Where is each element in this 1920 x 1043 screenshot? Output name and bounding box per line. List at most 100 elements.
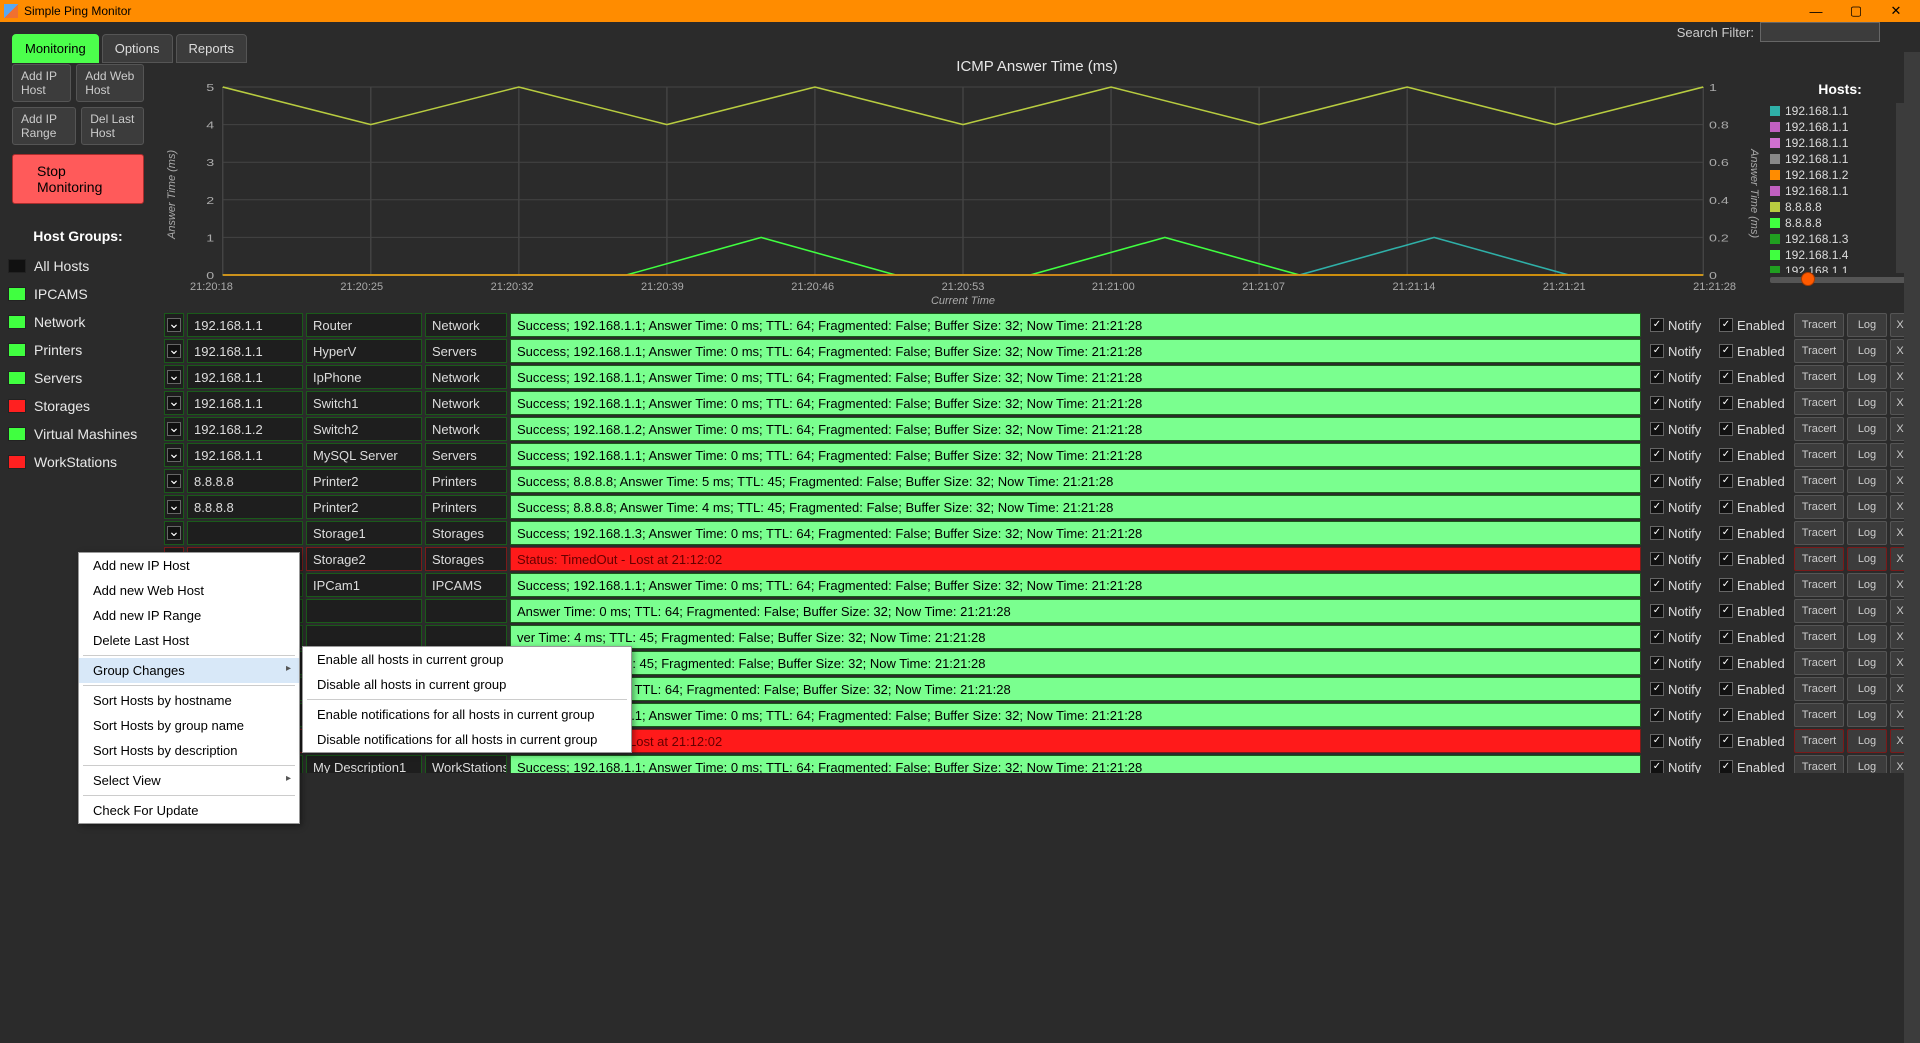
legend-item[interactable]: 192.168.1.2 [1770, 167, 1896, 183]
tracert-button[interactable]: Tracert [1794, 703, 1844, 727]
row-notify[interactable]: Notify [1644, 651, 1710, 675]
tracert-button[interactable]: Tracert [1794, 469, 1844, 493]
legend-item[interactable]: 8.8.8.8 [1770, 199, 1896, 215]
row-enabled[interactable]: Enabled [1713, 417, 1791, 441]
row-expand-toggle[interactable] [164, 339, 184, 363]
tracert-button[interactable]: Tracert [1794, 573, 1844, 597]
tracert-button[interactable]: Tracert [1794, 599, 1844, 623]
log-button[interactable]: Log [1847, 313, 1887, 337]
host-group-item[interactable]: Virtual Mashines [6, 420, 150, 448]
legend-item[interactable]: 192.168.1.1 [1770, 119, 1896, 135]
log-button[interactable]: Log [1847, 417, 1887, 441]
vertical-scrollbar[interactable] [1904, 52, 1920, 1043]
row-enabled[interactable]: Enabled [1713, 677, 1791, 701]
add-ip-range-button[interactable]: Add IP Range [12, 107, 76, 145]
menu-item[interactable]: Check For Update [79, 798, 299, 823]
row-notify[interactable]: Notify [1644, 313, 1710, 337]
row-notify[interactable]: Notify [1644, 677, 1710, 701]
row-expand-toggle[interactable] [164, 313, 184, 337]
host-row[interactable]: 192.168.1.1 Switch1 Network Success; 192… [164, 391, 1910, 415]
log-button[interactable]: Log [1847, 547, 1887, 571]
row-enabled[interactable]: Enabled [1713, 313, 1791, 337]
log-button[interactable]: Log [1847, 729, 1887, 753]
row-notify[interactable]: Notify [1644, 365, 1710, 389]
legend-list[interactable]: 192.168.1.1192.168.1.1192.168.1.1192.168… [1770, 103, 1910, 273]
row-notify[interactable]: Notify [1644, 703, 1710, 727]
legend-item[interactable]: 192.168.1.1 [1770, 151, 1896, 167]
log-button[interactable]: Log [1847, 443, 1887, 467]
row-enabled[interactable]: Enabled [1713, 495, 1791, 519]
del-last-host-button[interactable]: Del Last Host [81, 107, 144, 145]
row-enabled[interactable]: Enabled [1713, 521, 1791, 545]
host-group-item[interactable]: All Hosts [6, 252, 150, 280]
host-row[interactable]: 8.8.8.8 Printer2 Printers Success; 8.8.8… [164, 469, 1910, 493]
row-notify[interactable]: Notify [1644, 755, 1710, 773]
context-submenu[interactable]: Enable all hosts in current groupDisable… [302, 646, 632, 753]
host-group-item[interactable]: IPCAMS [6, 280, 150, 308]
host-row[interactable]: Answer Time: 0 ms; TTL: 64; Fragmented: … [164, 599, 1910, 623]
row-notify[interactable]: Notify [1644, 443, 1710, 467]
legend-item[interactable]: 192.168.1.1 [1770, 135, 1896, 151]
row-enabled[interactable]: Enabled [1713, 339, 1791, 363]
host-row[interactable]: 192.168.1.1 MySQL Server Servers Success… [164, 443, 1910, 467]
log-button[interactable]: Log [1847, 677, 1887, 701]
menu-item[interactable]: Delete Last Host [79, 628, 299, 653]
log-button[interactable]: Log [1847, 599, 1887, 623]
row-enabled[interactable]: Enabled [1713, 469, 1791, 493]
legend-item[interactable]: 192.168.1.1 [1770, 103, 1896, 119]
row-notify[interactable]: Notify [1644, 729, 1710, 753]
row-enabled[interactable]: Enabled [1713, 599, 1791, 623]
host-row[interactable]: 8.8.8.8 Printer2 Printers Success; 8.8.8… [164, 495, 1910, 519]
row-notify[interactable]: Notify [1644, 625, 1710, 649]
legend-item[interactable]: 192.168.1.3 [1770, 231, 1896, 247]
menu-item[interactable]: Disable all hosts in current group [303, 672, 631, 697]
host-row[interactable]: 192.168.1.1 My Description1 WorkStations… [164, 755, 1910, 773]
tracert-button[interactable]: Tracert [1794, 495, 1844, 519]
host-group-item[interactable]: Printers [6, 336, 150, 364]
log-button[interactable]: Log [1847, 365, 1887, 389]
row-expand-toggle[interactable] [164, 391, 184, 415]
log-button[interactable]: Log [1847, 573, 1887, 597]
tracert-button[interactable]: Tracert [1794, 677, 1844, 701]
menu-item[interactable]: Enable all hosts in current group [303, 647, 631, 672]
log-button[interactable]: Log [1847, 339, 1887, 363]
tracert-button[interactable]: Tracert [1794, 339, 1844, 363]
host-row[interactable]: 192.168.1.1 HyperV Servers Success; 192.… [164, 339, 1910, 363]
host-group-item[interactable]: Servers [6, 364, 150, 392]
tracert-button[interactable]: Tracert [1794, 521, 1844, 545]
search-input[interactable] [1760, 22, 1880, 42]
menu-item[interactable]: Add new Web Host [79, 578, 299, 603]
row-expand-toggle[interactable] [164, 365, 184, 389]
add-web-host-button[interactable]: Add Web Host [76, 64, 144, 102]
host-group-item[interactable]: WorkStations [6, 448, 150, 476]
menu-item[interactable]: Select View [79, 768, 299, 793]
menu-item[interactable]: Disable notifications for all hosts in c… [303, 727, 631, 752]
log-button[interactable]: Log [1847, 469, 1887, 493]
legend-item[interactable]: 192.168.1.1 [1770, 183, 1896, 199]
row-notify[interactable]: Notify [1644, 573, 1710, 597]
row-enabled[interactable]: Enabled [1713, 443, 1791, 467]
row-notify[interactable]: Notify [1644, 339, 1710, 363]
menu-item[interactable]: Add new IP Host [79, 553, 299, 578]
context-menu[interactable]: Add new IP HostAdd new Web HostAdd new I… [78, 552, 300, 824]
log-button[interactable]: Log [1847, 755, 1887, 773]
log-button[interactable]: Log [1847, 625, 1887, 649]
row-enabled[interactable]: Enabled [1713, 651, 1791, 675]
host-row[interactable]: Storage2 Storages Status: TimedOut - Los… [164, 547, 1910, 571]
tracert-button[interactable]: Tracert [1794, 365, 1844, 389]
host-group-item[interactable]: Storages [6, 392, 150, 420]
stop-monitoring-button[interactable]: Stop Monitoring [12, 154, 144, 204]
row-enabled[interactable]: Enabled [1713, 625, 1791, 649]
menu-item[interactable]: Sort Hosts by description [79, 738, 299, 763]
row-expand-toggle[interactable] [164, 443, 184, 467]
minimize-button[interactable]: — [1796, 4, 1836, 19]
row-enabled[interactable]: Enabled [1713, 729, 1791, 753]
row-notify[interactable]: Notify [1644, 469, 1710, 493]
row-enabled[interactable]: Enabled [1713, 391, 1791, 415]
row-expand-toggle[interactable] [164, 417, 184, 441]
legend-item[interactable]: 192.168.1.1 [1770, 263, 1896, 273]
chart-zoom-slider[interactable] [1770, 277, 1910, 283]
tab-monitoring[interactable]: Monitoring [12, 34, 99, 63]
tab-reports[interactable]: Reports [176, 34, 248, 63]
close-button[interactable]: ✕ [1876, 3, 1916, 19]
